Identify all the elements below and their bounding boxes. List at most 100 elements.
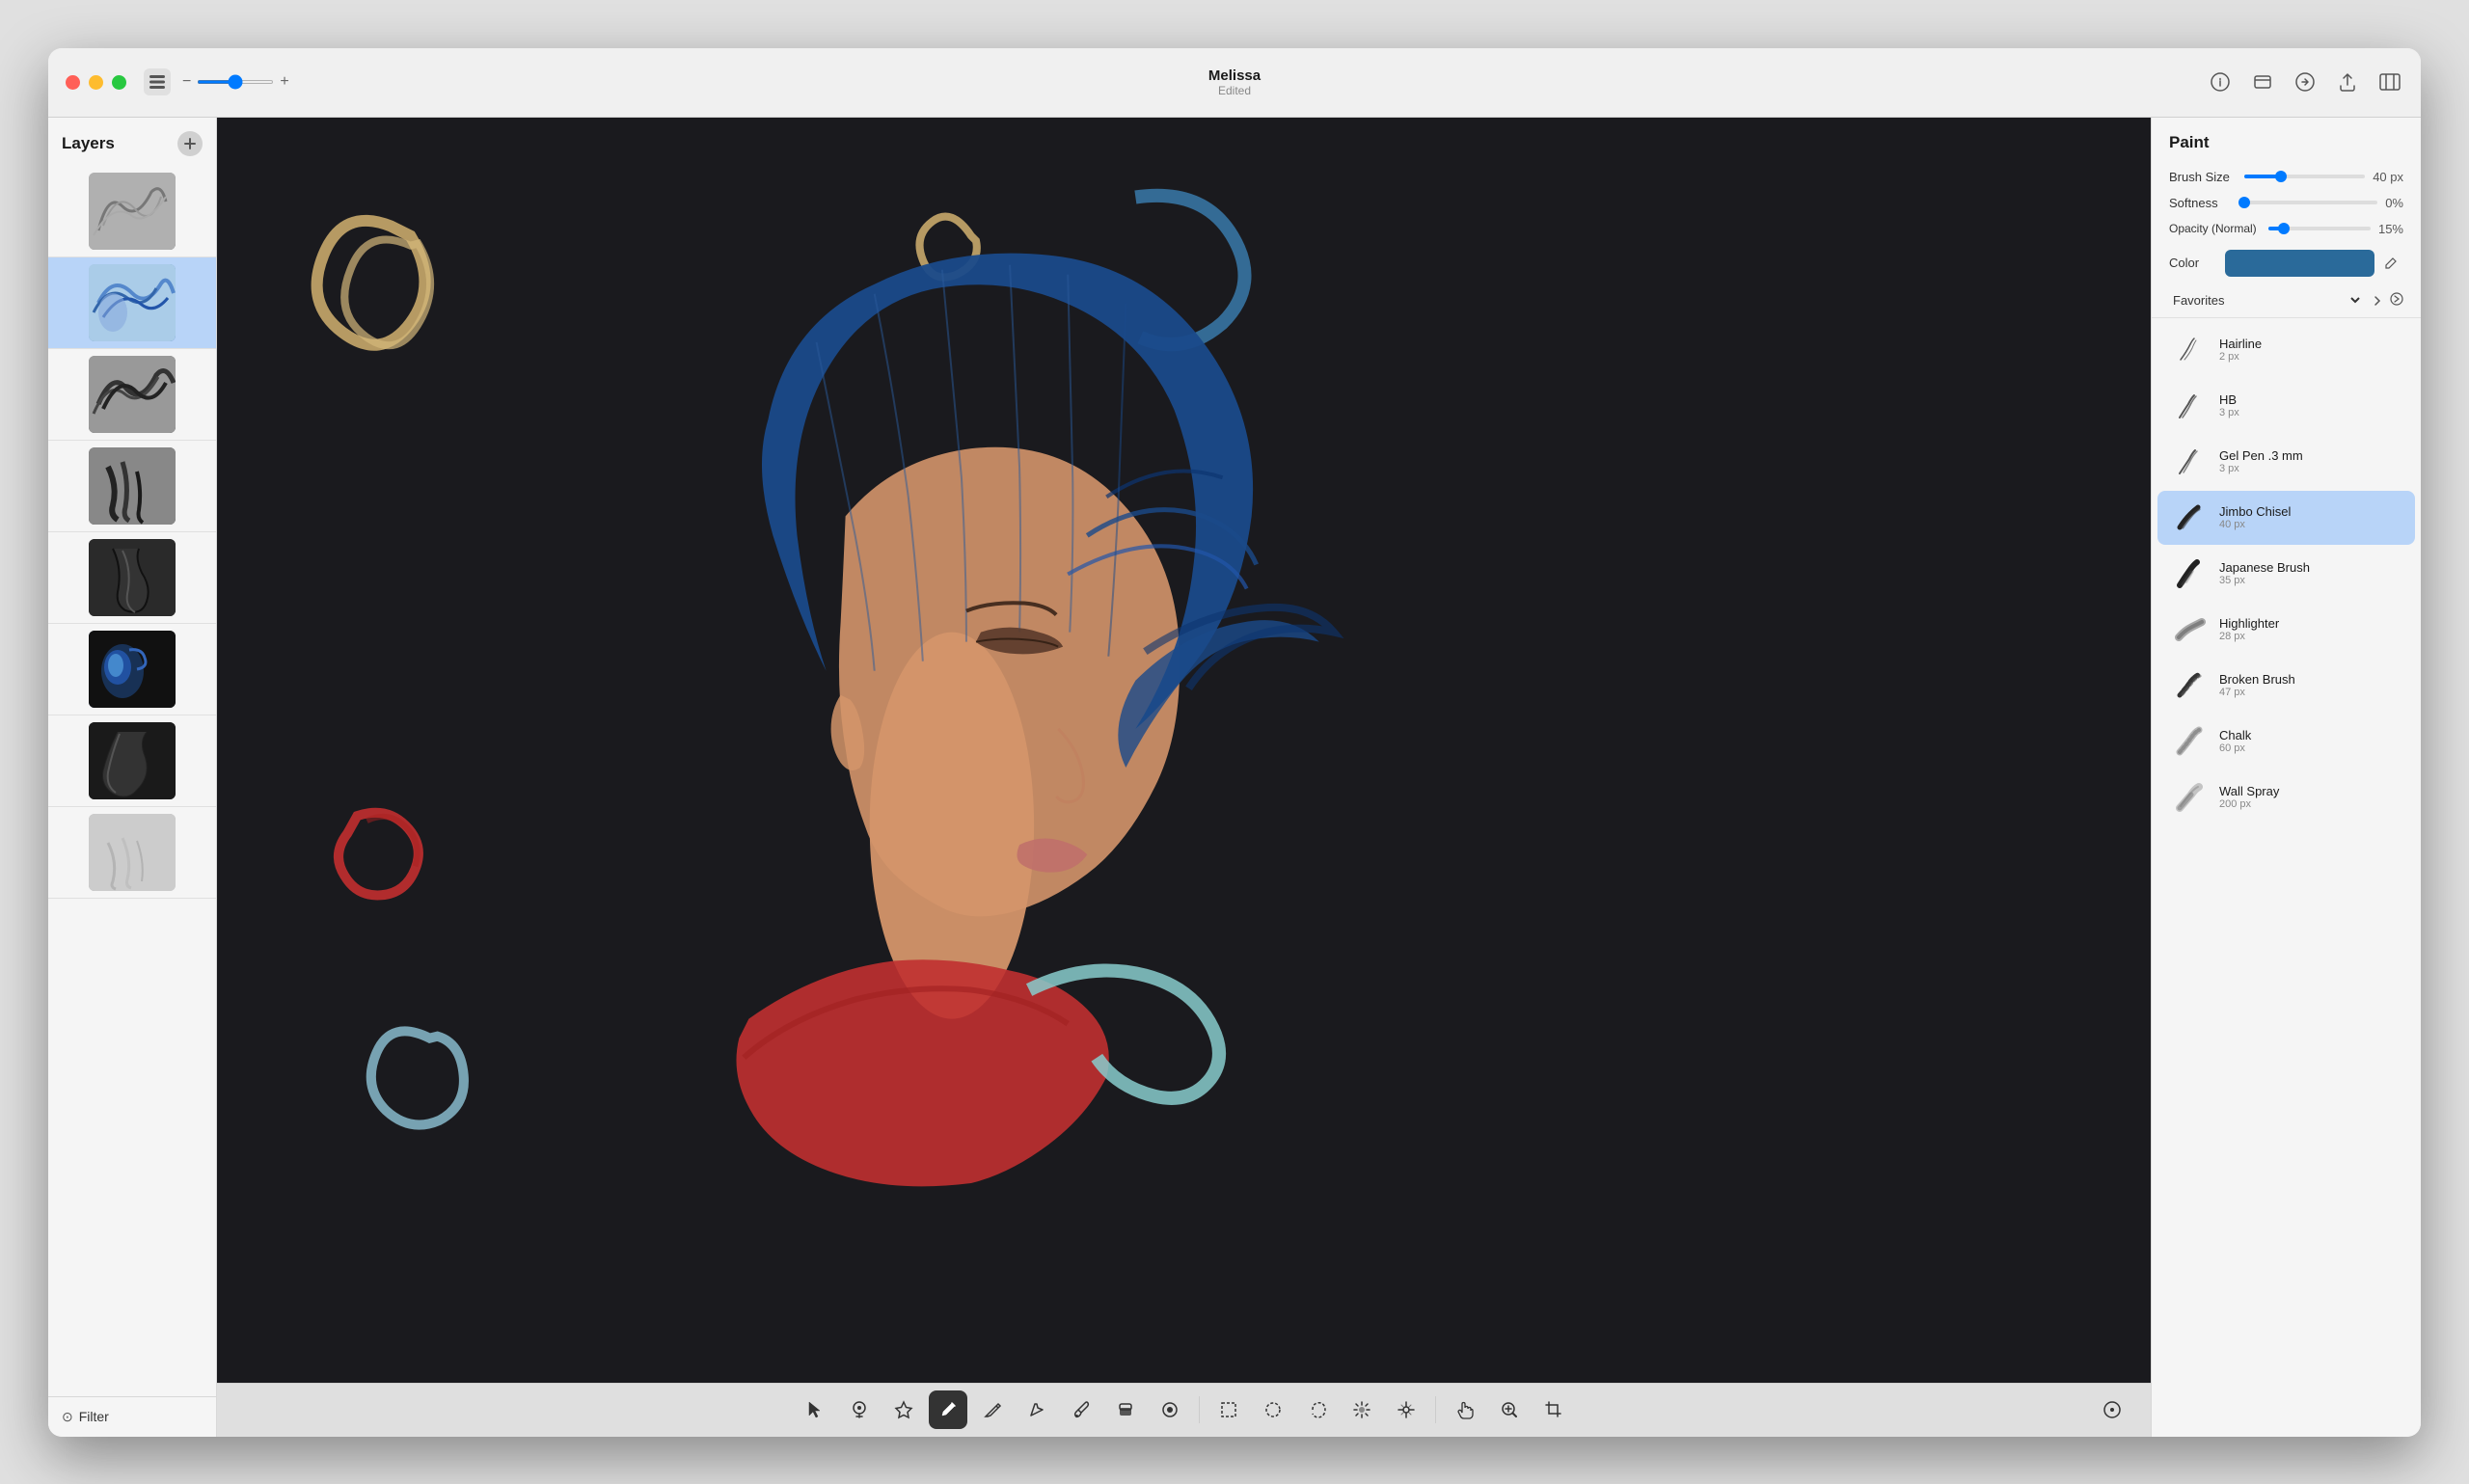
highlighter-brush-size: 28 px: [2219, 631, 2400, 642]
brush-item-chalk[interactable]: Chalk 60 px: [2157, 715, 2415, 769]
brush-item-wall-spray[interactable]: Wall Spray 200 px: [2157, 770, 2415, 824]
crop-tool-button[interactable]: [1534, 1390, 1573, 1429]
close-button[interactable]: [66, 75, 80, 90]
ellipse-select-tool-button[interactable]: [1254, 1390, 1292, 1429]
rect-select-tool-button[interactable]: [1209, 1390, 1248, 1429]
fullscreen-button[interactable]: [112, 75, 126, 90]
filter-button[interactable]: ⊙ Filter: [48, 1396, 216, 1437]
favorites-nav[interactable]: [2369, 292, 2403, 310]
toolbar-options-button[interactable]: [2093, 1390, 2131, 1429]
chalk-brush-name: Chalk: [2219, 728, 2400, 742]
jimbo-chisel-brush-icon: [2173, 500, 2208, 535]
filter-icon: ⊙: [62, 1409, 73, 1425]
brush-size-value: 40 px: [2373, 170, 2403, 184]
gel-pen-brush-name: Gel Pen .3 mm: [2219, 448, 2400, 463]
main-window: − + Melissa Edited: [48, 48, 2421, 1437]
layer-item[interactable]: [48, 532, 216, 624]
paint-panel-header: Paint: [2152, 118, 2421, 164]
main-content: Layers: [48, 118, 2421, 1437]
layer-thumbnail: [89, 447, 176, 525]
fill-tool-button[interactable]: [840, 1390, 879, 1429]
burn-tool-button[interactable]: [1151, 1390, 1189, 1429]
brush-item-jimbo-chisel[interactable]: Jimbo Chisel 40 px: [2157, 491, 2415, 545]
japanese-brush-icon: [2173, 556, 2208, 591]
document-title: Melissa: [1208, 67, 1261, 84]
zoom-minus-icon[interactable]: −: [182, 73, 191, 91]
opacity-slider[interactable]: [2268, 227, 2371, 230]
layer-item[interactable]: [48, 807, 216, 899]
dropper-tool-button[interactable]: [1062, 1390, 1100, 1429]
opacity-label: Opacity (Normal): [2169, 222, 2257, 235]
lasso-tool-button[interactable]: [1298, 1390, 1337, 1429]
canvas-area[interactable]: [217, 118, 2151, 1437]
more-options-icon[interactable]: [2093, 1390, 2131, 1429]
sidebar-toggle-button[interactable]: [144, 68, 171, 95]
japanese-brush-name: Japanese Brush: [2219, 560, 2400, 575]
titlebar-controls: − +: [144, 68, 289, 95]
layer-item[interactable]: [48, 441, 216, 532]
thin-pen-tool-button[interactable]: [1017, 1390, 1056, 1429]
zoom-plus-icon[interactable]: +: [280, 73, 288, 91]
highlighter-brush-name: Highlighter: [2219, 616, 2400, 631]
layer-item[interactable]: [48, 715, 216, 807]
color-swatch[interactable]: [2225, 250, 2374, 277]
jimbo-chisel-brush-name: Jimbo Chisel: [2219, 504, 2400, 519]
layer-item[interactable]: [48, 166, 216, 257]
pencil-tool-button[interactable]: [973, 1390, 1012, 1429]
star-tool-button[interactable]: [884, 1390, 923, 1429]
zoom-range-input[interactable]: [197, 80, 274, 84]
canvas-painting: [217, 118, 2151, 1437]
gel-pen-brush-size: 3 px: [2219, 463, 2400, 474]
layers-list: [48, 166, 216, 1396]
zoom-slider[interactable]: − +: [182, 73, 289, 91]
layer-thumbnail: [89, 722, 176, 799]
info-icon[interactable]: [2207, 68, 2234, 95]
hb-brush-size: 3 px: [2219, 407, 2400, 418]
brush-item-hb[interactable]: HB 3 px: [2157, 379, 2415, 433]
magic-wand-tool-button[interactable]: [1343, 1390, 1381, 1429]
paint-panel: Paint Brush Size 40 px Softness 0%: [2151, 118, 2421, 1437]
share-menu-icon[interactable]: [2292, 68, 2319, 95]
brush-item-japanese-brush[interactable]: Japanese Brush 35 px: [2157, 547, 2415, 601]
window-icon[interactable]: [2249, 68, 2276, 95]
filter-label: Filter: [79, 1409, 109, 1424]
jimbo-chisel-brush-info: Jimbo Chisel 40 px: [2219, 504, 2400, 530]
traffic-lights: [66, 75, 126, 90]
hand-tool-button[interactable]: [1446, 1390, 1484, 1429]
add-layer-button[interactable]: [177, 131, 203, 156]
brush-size-slider[interactable]: [2244, 175, 2365, 178]
hb-brush-info: HB 3 px: [2219, 392, 2400, 418]
minimize-button[interactable]: [89, 75, 103, 90]
brush-item-gel-pen[interactable]: Gel Pen .3 mm 3 px: [2157, 435, 2415, 489]
brush-item-highlighter[interactable]: Highlighter 28 px: [2157, 603, 2415, 657]
paint-panel-title: Paint: [2169, 133, 2210, 151]
zoom-tool-button[interactable]: [1490, 1390, 1529, 1429]
color-label: Color: [2169, 256, 2217, 270]
color-edit-button[interactable]: [2378, 251, 2403, 276]
panels-icon[interactable]: [2376, 68, 2403, 95]
select-tool-button[interactable]: [796, 1390, 834, 1429]
wall-spray-brush-info: Wall Spray 200 px: [2219, 784, 2400, 810]
layer-item[interactable]: [48, 257, 216, 349]
hairline-brush-size: 2 px: [2219, 351, 2400, 363]
layers-panel-title: Layers: [62, 134, 115, 153]
layer-item[interactable]: [48, 349, 216, 441]
brush-size-row: Brush Size 40 px: [2152, 164, 2421, 190]
export-icon[interactable]: [2334, 68, 2361, 95]
japanese-brush-size: 35 px: [2219, 575, 2400, 586]
chalk-brush-size: 60 px: [2219, 742, 2400, 754]
layer-thumbnail: [89, 356, 176, 433]
brush-item-broken-brush[interactable]: Broken Brush 47 px: [2157, 659, 2415, 713]
titlebar-right-icons: [2207, 68, 2403, 95]
hairline-brush-info: Hairline 2 px: [2219, 337, 2400, 363]
transform-tool-button[interactable]: [1387, 1390, 1425, 1429]
layer-thumbnail: [89, 264, 176, 341]
layer-item[interactable]: [48, 624, 216, 715]
layer-thumbnail: [89, 539, 176, 616]
favorites-dropdown[interactable]: Favorites: [2169, 292, 2363, 309]
softness-slider[interactable]: [2244, 201, 2377, 204]
paint-brush-tool-button[interactable]: [929, 1390, 967, 1429]
smudge-tool-button[interactable]: [1106, 1390, 1145, 1429]
brush-item-hairline[interactable]: Hairline 2 px: [2157, 323, 2415, 377]
japanese-brush-info: Japanese Brush 35 px: [2219, 560, 2400, 586]
